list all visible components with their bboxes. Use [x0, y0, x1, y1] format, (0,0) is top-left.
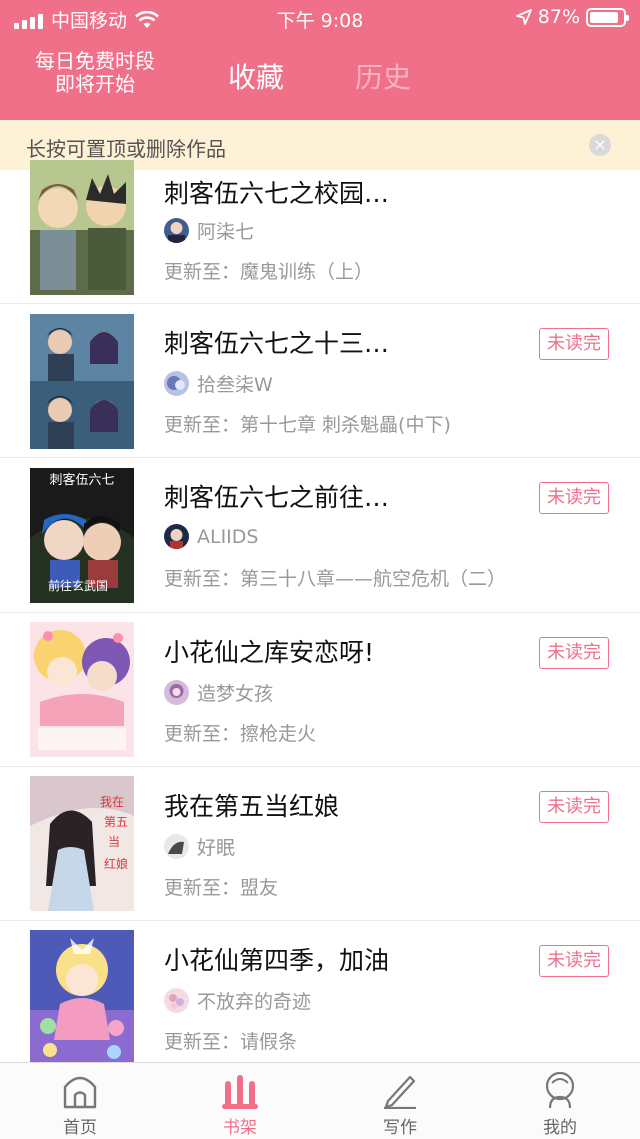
item-update: 更新至：魔鬼训练（上）	[164, 261, 374, 283]
item-author: 好眠	[164, 833, 235, 860]
free-time-promo[interactable]: 每日免费时段 即将开始	[20, 50, 170, 96]
item-title: 刺客伍六七之校园…	[164, 179, 390, 208]
item-title: 刺客伍六七之十三…	[164, 329, 390, 358]
unread-badge: 未读完	[539, 328, 609, 360]
avatar	[164, 371, 189, 396]
avatar	[164, 834, 189, 859]
author-name: ALIIDS	[197, 525, 259, 548]
author-name: 不放弃的奇迹	[197, 991, 312, 1013]
promo-line-2: 即将开始	[55, 72, 135, 96]
location-arrow-icon	[515, 9, 532, 25]
avatar	[164, 988, 189, 1013]
close-icon[interactable]: ×	[589, 134, 611, 156]
nav-home-label: 首页	[63, 1118, 97, 1138]
battery-icon	[586, 7, 629, 27]
tab-history[interactable]: 历史	[355, 56, 411, 96]
svg-text:红娘: 红娘	[104, 856, 128, 871]
item-update: 更新至：擦枪走火	[164, 723, 317, 745]
author-name: 造梦女孩	[197, 683, 274, 705]
avatar	[164, 680, 189, 705]
list-item[interactable]: 小花仙之库安恋呀! 未读完 造梦女孩 更新至：擦枪走火	[0, 613, 640, 767]
author-name: 好眠	[197, 837, 236, 859]
cover-image	[30, 930, 134, 1065]
cover-image	[30, 160, 134, 295]
cover-image: 我在 第五 当 红娘	[30, 776, 134, 911]
cover-image	[30, 314, 134, 449]
svg-text:当: 当	[108, 835, 120, 849]
cover-image: 刺客伍六七 前往玄武国	[30, 468, 134, 603]
svg-text:第五: 第五	[104, 815, 128, 829]
nav-write[interactable]: 写作	[320, 1063, 480, 1139]
item-update: 更新至：第三十八章——航空危机（二）	[164, 568, 507, 590]
bottom-nav: 首页 书架 写作 我的	[0, 1062, 640, 1139]
promo-line-1: 每日免费时段	[35, 49, 155, 73]
item-author: 不放弃的奇迹	[164, 987, 311, 1014]
nav-home[interactable]: 首页	[0, 1063, 160, 1139]
status-bar: 中国移动 下午 9:08 87%	[0, 0, 640, 36]
bookshelf-icon	[222, 1075, 258, 1109]
list-item[interactable]: 我在 第五 当 红娘 我在第五当红娘 未读完 好眠 更新至：盟友	[0, 767, 640, 921]
header: 中国移动 下午 9:08 87% 每日免费时段 即将开始 收藏 历史	[0, 0, 640, 120]
author-name: 阿柒七	[197, 221, 255, 243]
avatar	[164, 524, 189, 549]
unread-badge: 未读完	[539, 482, 609, 514]
item-title: 刺客伍六七之前往…	[164, 483, 390, 512]
item-author: 阿柒七	[164, 217, 254, 244]
item-author: 造梦女孩	[164, 679, 273, 706]
avatar	[164, 218, 189, 243]
nav-write-label: 写作	[383, 1118, 417, 1138]
item-title: 我在第五当红娘	[164, 792, 340, 821]
item-title: 小花仙第四季，加油	[164, 946, 390, 975]
tab-favorites[interactable]: 收藏	[228, 56, 284, 96]
battery-percent: 87%	[537, 6, 580, 28]
nav-bookshelf-label: 书架	[223, 1118, 257, 1138]
list-item[interactable]: 刺客伍六七之十三… 未读完 拾叁柒W 更新至：第十七章 刺杀魁畾(中下)	[0, 304, 640, 458]
pencil-icon	[384, 1075, 416, 1109]
item-author: 拾叁柒W	[164, 370, 273, 397]
item-update: 更新至：盟友	[164, 877, 279, 899]
screen: 中国移动 下午 9:08 87% 每日免费时段 即将开始 收藏 历史 长按可置顶…	[0, 0, 640, 1139]
item-update: 更新至：第十七章 刺杀魁畾(中下)	[164, 414, 451, 436]
hint-text: 长按可置顶或删除作品	[26, 137, 226, 161]
cover-image	[30, 622, 134, 757]
nav-bookshelf[interactable]: 书架	[160, 1063, 320, 1139]
item-title: 小花仙之库安恋呀!	[164, 638, 375, 667]
unread-badge: 未读完	[539, 791, 609, 823]
cover-caption-top: 刺客伍六七	[49, 472, 114, 488]
item-author: ALIIDS	[164, 524, 258, 549]
nav-mine[interactable]: 我的	[480, 1063, 640, 1139]
profile-icon	[545, 1071, 575, 1109]
svg-text:我在: 我在	[100, 795, 124, 809]
item-update: 更新至：请假条	[164, 1031, 298, 1053]
nav-mine-label: 我的	[543, 1118, 577, 1138]
author-name: 拾叁柒W	[197, 374, 273, 396]
cover-caption-bottom: 前往玄武国	[48, 578, 108, 593]
list-item[interactable]: 小花仙第四季，加油 未读完 不放弃的奇迹 更新至：请假条	[0, 921, 640, 1065]
home-icon	[63, 1076, 97, 1109]
list-item[interactable]: 刺客伍六七之校园… 阿柒七 更新至：魔鬼训练（上）	[0, 160, 640, 304]
unread-badge: 未读完	[539, 945, 609, 977]
unread-badge: 未读完	[539, 637, 609, 669]
list-item[interactable]: 刺客伍六七 前往玄武国 刺客伍六七之前往… 未读完 ALIIDS 更新至：第三十…	[0, 458, 640, 613]
